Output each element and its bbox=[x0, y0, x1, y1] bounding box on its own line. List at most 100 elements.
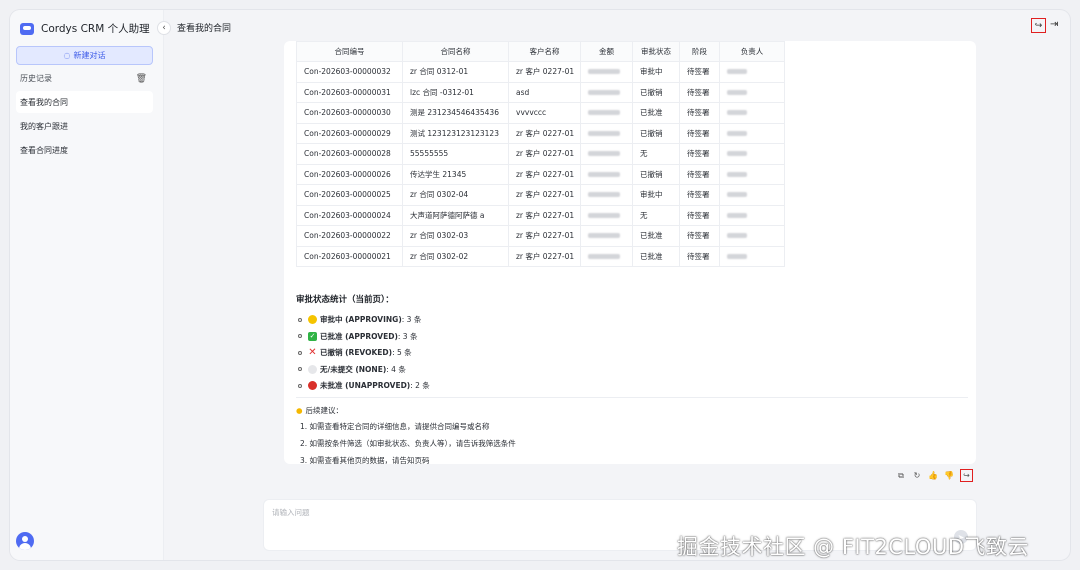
chat-logo-icon bbox=[20, 22, 34, 35]
stats-title: 审批状态统计（当前页）： bbox=[296, 295, 394, 305]
redacted-owner bbox=[727, 69, 747, 75]
table-cell: Con-202603-00000024 bbox=[296, 204, 403, 226]
copy-icon[interactable]: ⧉ bbox=[894, 471, 908, 481]
redacted-amount bbox=[588, 130, 620, 136]
table-cell bbox=[580, 245, 633, 267]
app-name: Cordys CRM 个人助理 bbox=[41, 23, 150, 35]
table-cell: Con-202603-00000021 bbox=[296, 245, 403, 267]
table-cell: 审批中 bbox=[632, 61, 680, 83]
sidebar-item-my-contracts[interactable]: 查看我的合同 bbox=[16, 91, 153, 113]
redacted-owner bbox=[727, 151, 747, 157]
table-cell: 已撤销 bbox=[632, 81, 680, 103]
redacted-amount bbox=[588, 233, 620, 239]
stat-label: 无/未提交 (NONE) bbox=[320, 364, 387, 374]
status-icon bbox=[308, 364, 317, 374]
stat-value: : 3 条 bbox=[397, 331, 418, 341]
table-cell: 大声道阿萨德阿萨德 a bbox=[402, 204, 509, 226]
table-cell: 测试 123123123123123 bbox=[402, 122, 509, 144]
table-row: Con-202603-00000021 zr 合同 0302-02 zr 客户 02… bbox=[296, 245, 785, 267]
status-icon: ✕ bbox=[308, 347, 317, 358]
table-cell: Con-202603-00000028 bbox=[296, 143, 403, 165]
table-cell bbox=[719, 143, 785, 165]
contracts-table: 合同编号 合同名称 客户名称 金额 审批状态 阶段 负责人 Con-202603… bbox=[296, 41, 785, 267]
table-cell: lzc 合同 -0312-01 bbox=[402, 81, 509, 103]
column-header: 阶段 bbox=[679, 41, 720, 62]
table-cell: Con-202603-00000030 bbox=[296, 102, 403, 124]
table-cell: zr 客户 0227-01 bbox=[508, 245, 581, 267]
table-cell: 测是 231234546435436 bbox=[402, 102, 509, 124]
share-icon: ↪ bbox=[1034, 20, 1043, 31]
table-cell bbox=[580, 163, 633, 185]
chat-bubble-icon: ◌ bbox=[63, 51, 71, 60]
thumbs-down-icon[interactable]: 👎 bbox=[942, 471, 956, 480]
chevron-left-icon: ‹ bbox=[162, 23, 166, 33]
table-cell: zr 客户 0227-01 bbox=[508, 122, 581, 144]
table-cell: 待签署 bbox=[679, 143, 720, 165]
collapse-sidebar-button[interactable]: ‹ bbox=[157, 21, 171, 35]
stat-label: 审批中 (APPROVING) bbox=[320, 315, 402, 324]
table-cell bbox=[580, 102, 633, 124]
table-cell: asd bbox=[508, 81, 581, 103]
brand: Cordys CRM 个人助理 bbox=[20, 21, 150, 36]
table-cell bbox=[580, 143, 633, 165]
share-button[interactable]: ↪ bbox=[1031, 18, 1046, 33]
sidebar-item-label: 查看合同进度 bbox=[20, 145, 68, 155]
redacted-owner bbox=[727, 89, 747, 95]
stat-item: 审批中 (APPROVING): 3 条 bbox=[298, 314, 421, 325]
redacted-amount bbox=[588, 192, 620, 198]
question-input[interactable] bbox=[272, 508, 872, 517]
table-cell: 待签署 bbox=[679, 122, 720, 144]
advice-title-text: 后续建议： bbox=[305, 406, 344, 415]
stat-value: : 5 条 bbox=[392, 348, 412, 357]
table-cell: Con-202603-00000025 bbox=[296, 184, 403, 206]
table-cell bbox=[580, 81, 633, 103]
thumbs-up-icon[interactable]: 👍 bbox=[926, 471, 940, 480]
table-cell: Con-202603-00000029 bbox=[296, 122, 403, 144]
sidebar-item-contract-progress[interactable]: 查看合同进度 bbox=[16, 139, 153, 161]
assistant-message: 合同编号 合同名称 客户名称 金额 审批状态 阶段 负责人 Con-202603… bbox=[284, 41, 976, 464]
trash-icon[interactable]: 🗑 bbox=[136, 74, 147, 84]
table-cell bbox=[719, 81, 785, 103]
redacted-amount bbox=[588, 253, 620, 259]
table-cell: zr 客户 0227-01 bbox=[508, 225, 581, 247]
redacted-owner bbox=[727, 130, 747, 136]
table-cell: 待签署 bbox=[679, 102, 720, 124]
table-row: Con-202603-00000030 测是 231234546435436 vvv… bbox=[296, 102, 785, 124]
table-cell: Con-202603-00000026 bbox=[296, 163, 403, 185]
new-chat-button[interactable]: ◌ 新建对话 bbox=[16, 46, 153, 65]
bullet-icon bbox=[298, 317, 302, 322]
table-cell: 无 bbox=[632, 143, 680, 165]
redacted-owner bbox=[727, 171, 747, 177]
logout-icon: ⇥ bbox=[1050, 19, 1059, 30]
bullet-icon bbox=[298, 350, 302, 355]
lightbulb-icon: ● bbox=[296, 406, 303, 415]
table-cell: 待签署 bbox=[679, 61, 720, 83]
sidebar-item-customer-followup[interactable]: 我的客户跟进 bbox=[16, 115, 153, 137]
column-header: 审批状态 bbox=[632, 41, 680, 62]
advice-item: 3. 如需查看其他页的数据，请告知页码 bbox=[300, 456, 430, 464]
table-cell: 待签署 bbox=[679, 225, 720, 247]
table-cell: zr 客户 0227-01 bbox=[508, 61, 581, 83]
redacted-amount bbox=[588, 212, 620, 218]
table-cell: zr 客户 0227-01 bbox=[508, 204, 581, 226]
table-row: Con-202603-00000025 zr 合同 0302-04 zr 客户 02… bbox=[296, 184, 785, 206]
column-header: 客户名称 bbox=[508, 41, 581, 62]
table-cell: 待签署 bbox=[679, 184, 720, 206]
logout-button[interactable]: ⇥ bbox=[1050, 19, 1058, 30]
user-avatar[interactable] bbox=[16, 532, 34, 550]
table-cell: 已批准 bbox=[632, 102, 680, 124]
table-cell: 已撤销 bbox=[632, 163, 680, 185]
redacted-amount bbox=[588, 69, 620, 75]
stat-label: 未批准 (UNAPPROVED) bbox=[320, 381, 411, 390]
table-cell: 待签署 bbox=[679, 204, 720, 226]
table-cell: Con-202603-00000022 bbox=[296, 225, 403, 247]
divider bbox=[296, 397, 968, 398]
table-cell bbox=[580, 204, 633, 226]
refresh-icon[interactable]: ↻ bbox=[910, 471, 924, 480]
table-cell bbox=[719, 61, 785, 83]
redacted-owner bbox=[727, 233, 747, 239]
sidebar-item-label: 查看我的合同 bbox=[20, 97, 68, 107]
sidebar-item-label: 我的客户跟进 bbox=[20, 121, 68, 131]
share-message-icon[interactable]: ↪ bbox=[960, 469, 973, 482]
table-cell: vvvvccc bbox=[508, 102, 581, 124]
